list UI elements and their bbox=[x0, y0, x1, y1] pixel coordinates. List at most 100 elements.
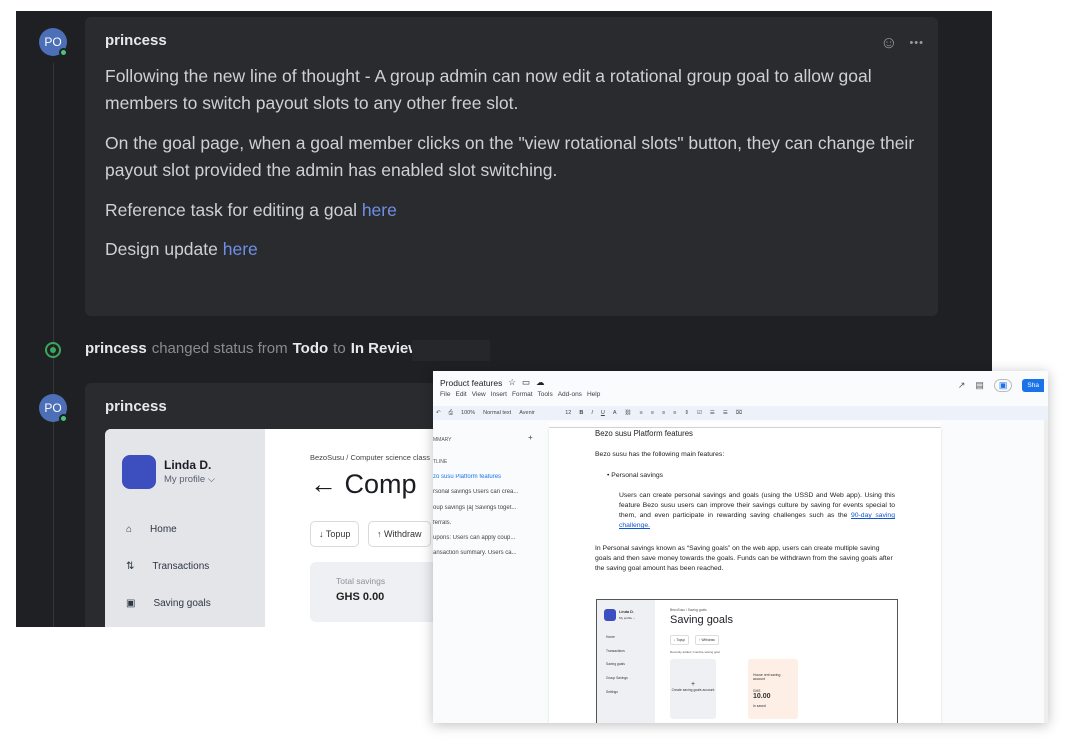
menu-tools[interactable]: Tools bbox=[538, 391, 553, 398]
folder-icon[interactable]: ▭ bbox=[522, 377, 530, 388]
mini-profile: My profile ⌵ bbox=[619, 616, 636, 620]
outline-item[interactable]: zo susu Platform features bbox=[433, 474, 535, 480]
embed-avatar bbox=[122, 455, 156, 489]
text-color-button[interactable]: A bbox=[613, 410, 617, 416]
embed-nav-label: Saving goals bbox=[153, 598, 211, 609]
style-select[interactable]: Normal text bbox=[483, 410, 511, 416]
status-text: changed status from bbox=[151, 340, 288, 357]
doc-bullet: • Personal savings bbox=[607, 472, 664, 479]
outline-item[interactable]: upons: Users can apply coup... bbox=[433, 535, 535, 541]
embed-nav-label: Transactions bbox=[152, 561, 210, 572]
status-author[interactable]: princess bbox=[85, 340, 147, 357]
embed-nav-label: Home bbox=[150, 524, 177, 535]
status-to: In Review bbox=[350, 340, 420, 357]
font-select[interactable]: Avenir bbox=[519, 410, 557, 416]
doc-top-right: ↗ ▤ ▣ Sha bbox=[958, 379, 1044, 392]
embed-profile-link: My profile ⌵ bbox=[164, 474, 216, 485]
doc-scrollbar[interactable] bbox=[1044, 420, 1048, 723]
google-doc-window[interactable]: Product features ☆ ▭ ☁ File Edit View In… bbox=[433, 371, 1048, 723]
menu-view[interactable]: View bbox=[472, 391, 486, 398]
align-left-icon[interactable]: ≡ bbox=[640, 410, 643, 416]
avatar-initials: PO bbox=[44, 401, 62, 415]
meet-icon[interactable]: ▣ bbox=[993, 379, 1013, 392]
line-spacing-icon[interactable]: ⇕ bbox=[684, 410, 689, 416]
add-summary-icon[interactable]: + bbox=[528, 433, 538, 442]
message-card: princess ☺ ••• Following the new line of… bbox=[85, 17, 938, 316]
embed-nav-saving-goals: ▣ Saving goals bbox=[126, 598, 211, 609]
outline-item[interactable]: rsonal savings Users can crea... bbox=[433, 489, 535, 495]
status-change-row: princess changed status from Todo to In … bbox=[85, 340, 424, 357]
bold-button[interactable]: B bbox=[579, 410, 583, 416]
menu-file[interactable]: File bbox=[440, 391, 450, 398]
mini-nav-item: Transactions bbox=[606, 649, 625, 653]
status-text: to bbox=[333, 340, 346, 357]
message-paragraph: On the goal page, when a goal member cli… bbox=[105, 133, 915, 180]
add-reaction-icon[interactable]: ☺ bbox=[880, 33, 897, 53]
align-center-icon[interactable]: ≡ bbox=[651, 410, 654, 416]
embed-sidebar: Linda D. My profile ⌵ ⌂ Home ⇅ Transaction… bbox=[105, 429, 265, 627]
link-icon[interactable]: ⛓ bbox=[625, 410, 632, 416]
print-icon[interactable]: ⎙ bbox=[449, 410, 453, 417]
outline-label: TLINE bbox=[433, 459, 448, 465]
zoom-select[interactable]: 100% bbox=[461, 410, 475, 416]
menu-insert[interactable]: Insert bbox=[491, 391, 507, 398]
mini-sidebar: Linda D. My profile ⌵ Home Transactions … bbox=[597, 600, 655, 723]
menu-format[interactable]: Format bbox=[512, 391, 533, 398]
doc-paragraph: In Personal savings known as “Saving goa… bbox=[595, 545, 893, 572]
doc-embedded-image[interactable]: Linda D. My profile ⌵ Home Transactions … bbox=[596, 599, 898, 723]
align-right-icon[interactable]: ≡ bbox=[662, 410, 665, 416]
share-button[interactable]: Sha bbox=[1022, 379, 1044, 392]
status-change-icon bbox=[45, 342, 61, 358]
reference-text: Reference task for editing a goal bbox=[105, 200, 362, 220]
message-actions: ☺ ••• bbox=[880, 33, 924, 53]
avatar[interactable]: PO bbox=[39, 28, 68, 57]
mini-avatar bbox=[604, 609, 616, 621]
more-options-icon[interactable]: ••• bbox=[909, 37, 924, 49]
underline-button[interactable]: U bbox=[601, 410, 605, 416]
outline-item[interactable]: oup savings [a] Savings toget... bbox=[433, 505, 535, 511]
outline-item[interactable]: ansaction summary. Users ca... bbox=[433, 550, 535, 556]
mini-user-name: Linda D. bbox=[619, 610, 634, 614]
embed-withdraw-button: ↑ Withdraw bbox=[368, 521, 431, 547]
clear-format-icon[interactable]: ⌧ bbox=[736, 410, 742, 416]
star-icon[interactable]: ☆ bbox=[508, 377, 516, 388]
avatar[interactable]: PO bbox=[39, 394, 68, 423]
plus-icon: + bbox=[690, 681, 696, 688]
doc-bullet-text: Personal savings bbox=[611, 472, 664, 479]
doc-title[interactable]: Product features bbox=[440, 378, 502, 388]
bullet-list-icon[interactable]: ☰ bbox=[710, 410, 715, 416]
cloud-icon: ☁ bbox=[536, 377, 545, 387]
home-icon: ⌂ bbox=[126, 524, 133, 535]
embed-total-card: Total savings GHS 0.00 bbox=[310, 562, 450, 622]
mini-create-label: Create saving goals account bbox=[671, 688, 715, 692]
checklist-icon[interactable]: ☑ bbox=[697, 410, 702, 416]
design-link[interactable]: here bbox=[223, 239, 258, 259]
italic-button[interactable]: I bbox=[591, 410, 593, 416]
activity-icon[interactable]: ↗ bbox=[958, 380, 966, 391]
mini-nav-item: Home bbox=[606, 635, 615, 639]
doc-paragraph: Users can create personal savings and go… bbox=[619, 491, 895, 531]
message-paragraph: Reference task for editing a goal here bbox=[105, 197, 930, 224]
embed-title: ← Comp bbox=[310, 469, 417, 499]
mini-nav-item: Settings bbox=[606, 690, 618, 694]
justify-icon[interactable]: ≡ bbox=[673, 410, 676, 416]
mini-create-card: + Create saving goals account bbox=[670, 659, 716, 719]
mini-note: Recently added | Inactive saving goal bbox=[670, 650, 720, 654]
undo-icon[interactable]: ↶ bbox=[436, 410, 441, 416]
mini-nav-item: Group Savings bbox=[606, 676, 628, 680]
menu-addons[interactable]: Add-ons bbox=[558, 391, 582, 398]
design-text: Design update bbox=[105, 239, 223, 259]
mini-goal-sub: In saved bbox=[753, 704, 766, 708]
outline-item[interactable]: ferrals. bbox=[433, 520, 535, 526]
numbered-list-icon[interactable]: ☰ bbox=[723, 410, 728, 416]
mini-withdraw-button: ↑ Withdraw bbox=[695, 635, 719, 645]
doc-page[interactable]: Bezo susu Platform features Bezo susu ha… bbox=[549, 428, 941, 723]
message-author[interactable]: princess bbox=[105, 32, 167, 49]
font-size-field[interactable]: 12 bbox=[565, 410, 571, 416]
embed-nav-transactions: ⇅ Transactions bbox=[126, 561, 209, 572]
comments-icon[interactable]: ▤ bbox=[975, 380, 984, 391]
menu-help[interactable]: Help bbox=[587, 391, 600, 398]
message-author[interactable]: princess bbox=[105, 398, 167, 415]
reference-link[interactable]: here bbox=[362, 200, 397, 220]
menu-edit[interactable]: Edit bbox=[455, 391, 466, 398]
